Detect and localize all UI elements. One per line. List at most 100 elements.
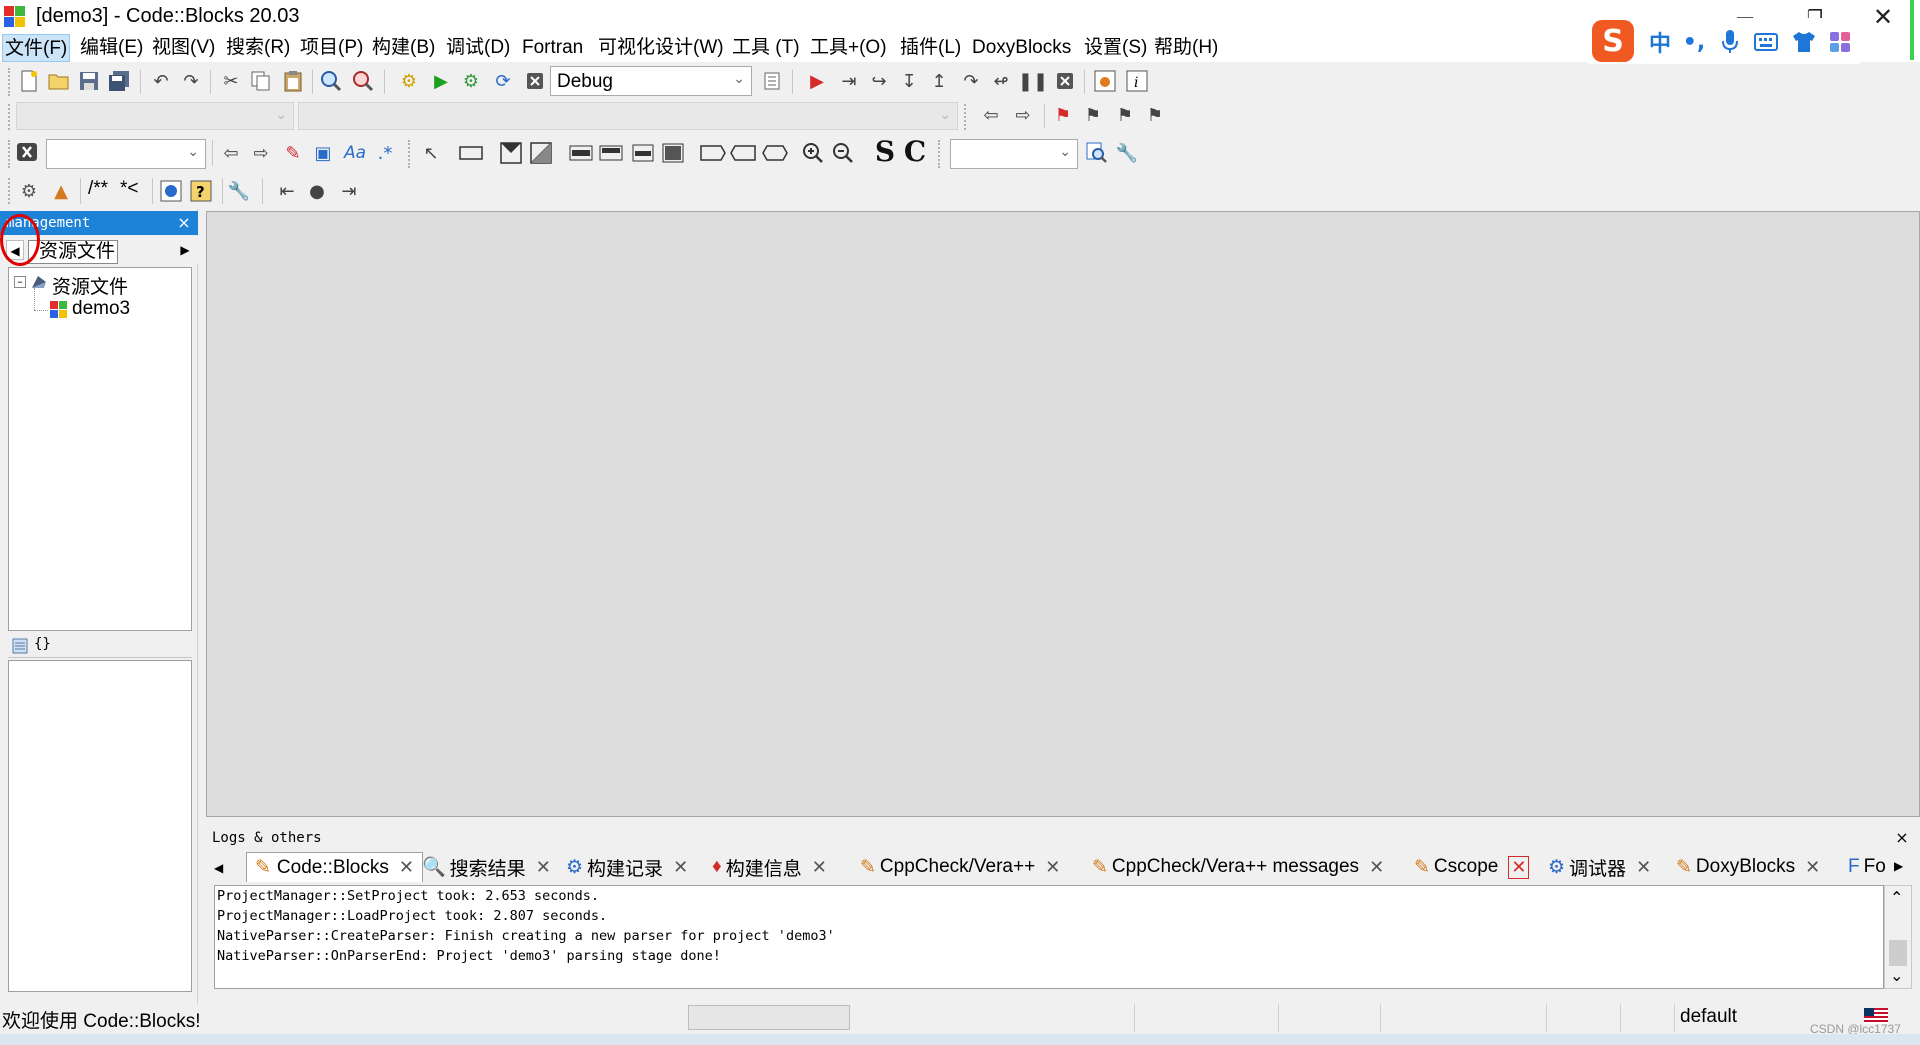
- pause-icon[interactable]: ❚❚: [1018, 68, 1048, 94]
- save-all-icon[interactable]: [106, 68, 132, 94]
- keyboard-icon[interactable]: [1752, 28, 1780, 56]
- shape-io2-icon[interactable]: [730, 140, 756, 166]
- close-tab-icon[interactable]: ✕: [673, 857, 688, 878]
- menu-debug[interactable]: 调试(D): [444, 34, 512, 62]
- symbol-search-select[interactable]: ⌄: [950, 139, 1078, 169]
- doxywizard-icon[interactable]: ⚙: [16, 178, 42, 204]
- log-scrollbar[interactable]: ⌃ ⌄: [1884, 885, 1912, 989]
- run-chm-icon[interactable]: ?: [188, 178, 214, 204]
- close-tab-icon[interactable]: ✕: [1805, 857, 1820, 878]
- zoom-in-icon[interactable]: [800, 140, 826, 166]
- toolbar-grip[interactable]: [938, 140, 944, 168]
- symbol-search-icon[interactable]: [1084, 140, 1110, 166]
- menu-fortran[interactable]: Fortran: [520, 34, 585, 62]
- menu-doxyblocks[interactable]: DoxyBlocks: [970, 34, 1073, 62]
- tree-project-demo3[interactable]: demo3: [72, 298, 130, 320]
- shape-block3-icon[interactable]: [630, 140, 656, 166]
- rebuild-icon[interactable]: ⟳: [490, 68, 516, 94]
- symbols-label[interactable]: {}: [34, 636, 51, 652]
- debug-windows-icon[interactable]: [1092, 68, 1118, 94]
- select-pointer-icon[interactable]: ↖: [418, 140, 444, 166]
- shape-block1-icon[interactable]: [568, 140, 594, 166]
- block-comment-button[interactable]: /**: [88, 178, 108, 200]
- log-tab-cppcheck-messages[interactable]: ✎ CppCheck/Vera++ messages ✕: [1092, 852, 1384, 882]
- debug-info-icon[interactable]: i: [1124, 68, 1150, 94]
- search-prev-icon[interactable]: ⇦: [218, 140, 244, 166]
- struct-s-button[interactable]: S: [872, 135, 898, 168]
- debug-start-icon[interactable]: ▶: [804, 68, 830, 94]
- menu-view[interactable]: 视图(V): [150, 34, 217, 62]
- tab-resources[interactable]: 资源文件: [28, 240, 118, 264]
- build-gear-icon[interactable]: ⚙: [396, 68, 422, 94]
- tree-collapse-icon[interactable]: –: [14, 276, 26, 288]
- shape-loop-icon[interactable]: [528, 140, 554, 166]
- toolbar-grip[interactable]: [8, 178, 14, 204]
- menu-settings[interactable]: 设置(S): [1082, 34, 1149, 62]
- bookmark-clear-icon[interactable]: ⚑: [1142, 102, 1168, 128]
- log-tab-build-log[interactable]: ⚙ 构建记录 ✕: [566, 852, 688, 882]
- mic-icon[interactable]: [1716, 28, 1744, 56]
- wrench-settings-icon[interactable]: 🔧: [1114, 140, 1140, 166]
- logs-tab-scroll-right-icon[interactable]: ▶: [1894, 856, 1910, 876]
- bookmark-toggle-icon[interactable]: ⚑: [1050, 102, 1076, 128]
- toolbar-grip[interactable]: [8, 68, 14, 96]
- extract-docs-icon[interactable]: ▲: [48, 178, 74, 204]
- close-tab-icon[interactable]: ✕: [1508, 855, 1530, 879]
- save-icon[interactable]: [76, 68, 102, 94]
- next-line-icon[interactable]: ↪: [866, 68, 892, 94]
- menu-search[interactable]: 搜索(R): [224, 34, 292, 62]
- sogou-logo-icon[interactable]: S: [1592, 20, 1634, 62]
- menu-edit[interactable]: 编辑(E): [78, 34, 145, 62]
- scroll-down-icon[interactable]: ⌄: [1890, 966, 1903, 985]
- shape-io3-icon[interactable]: [762, 140, 788, 166]
- cut-icon[interactable]: ✂: [218, 68, 244, 94]
- log-tab-codeblocks[interactable]: ✎ Code::Blocks ✕: [246, 852, 423, 882]
- next-marker-icon[interactable]: ⇥: [336, 178, 362, 204]
- menu-project[interactable]: 项目(P): [298, 34, 365, 62]
- abort-icon[interactable]: [522, 68, 548, 94]
- redo-icon[interactable]: ↷: [178, 68, 204, 94]
- run-icon[interactable]: ▶: [428, 68, 454, 94]
- menu-build[interactable]: 构建(B): [370, 34, 437, 62]
- close-tab-icon[interactable]: ✕: [399, 857, 414, 878]
- close-tab-icon[interactable]: ✕: [1636, 857, 1651, 878]
- zoom-out-icon[interactable]: [830, 140, 856, 166]
- skin-icon[interactable]: [1790, 28, 1818, 56]
- shape-rect-icon[interactable]: [458, 140, 484, 166]
- struct-c-button[interactable]: C: [902, 135, 928, 168]
- bookmark-next-icon[interactable]: ⚑: [1112, 102, 1138, 128]
- stop-debug-icon[interactable]: [1052, 68, 1078, 94]
- symbols-view-icon[interactable]: [12, 638, 28, 654]
- shape-block4-icon[interactable]: [660, 140, 686, 166]
- match-case-icon[interactable]: Aa: [342, 140, 368, 166]
- next-instruction-icon[interactable]: ↷: [958, 68, 984, 94]
- function-select[interactable]: ⌄: [298, 102, 958, 130]
- management-close-icon[interactable]: ×: [172, 211, 196, 235]
- close-tab-icon[interactable]: ✕: [1369, 857, 1384, 878]
- menu-visual-design[interactable]: 可视化设计(W): [596, 34, 726, 62]
- run-html-icon[interactable]: [158, 178, 184, 204]
- clear-search-icon[interactable]: [14, 139, 40, 165]
- bookmark-prev-icon[interactable]: ⚑: [1080, 102, 1106, 128]
- doxy-config-icon[interactable]: 🔧: [226, 178, 252, 204]
- scroll-up-icon[interactable]: ⌃: [1890, 888, 1903, 907]
- new-file-icon[interactable]: [16, 68, 42, 94]
- regex-icon[interactable]: .*: [372, 140, 398, 166]
- log-tab-cscope[interactable]: ✎ Cscope ✕: [1414, 852, 1530, 882]
- menu-tools-plus[interactable]: 工具+(O): [808, 34, 889, 62]
- log-tab-debugger[interactable]: ⚙ 调试器 ✕: [1548, 852, 1651, 882]
- paste-icon[interactable]: [280, 68, 306, 94]
- step-into-instruction-icon[interactable]: ↫: [988, 68, 1014, 94]
- show-targets-icon[interactable]: [760, 68, 786, 94]
- search-next-icon[interactable]: ⇨: [248, 140, 274, 166]
- log-tab-build-messages[interactable]: ♦ 构建信息 ✕: [712, 852, 827, 882]
- log-output[interactable]: ProjectManager::SetProject took: 2.653 s…: [214, 885, 1884, 989]
- tree-root-label[interactable]: 资源文件: [52, 272, 128, 299]
- toolbar-grip[interactable]: [964, 104, 970, 130]
- ime-mode-toggle[interactable]: 中: [1646, 28, 1674, 57]
- close-tab-icon[interactable]: ✕: [536, 857, 551, 878]
- log-tab-search-results[interactable]: 🔍 搜索结果 ✕: [422, 852, 551, 882]
- find-icon[interactable]: [318, 68, 344, 94]
- toolbar-grip[interactable]: [408, 140, 414, 168]
- menu-plugins[interactable]: 插件(L): [898, 34, 963, 62]
